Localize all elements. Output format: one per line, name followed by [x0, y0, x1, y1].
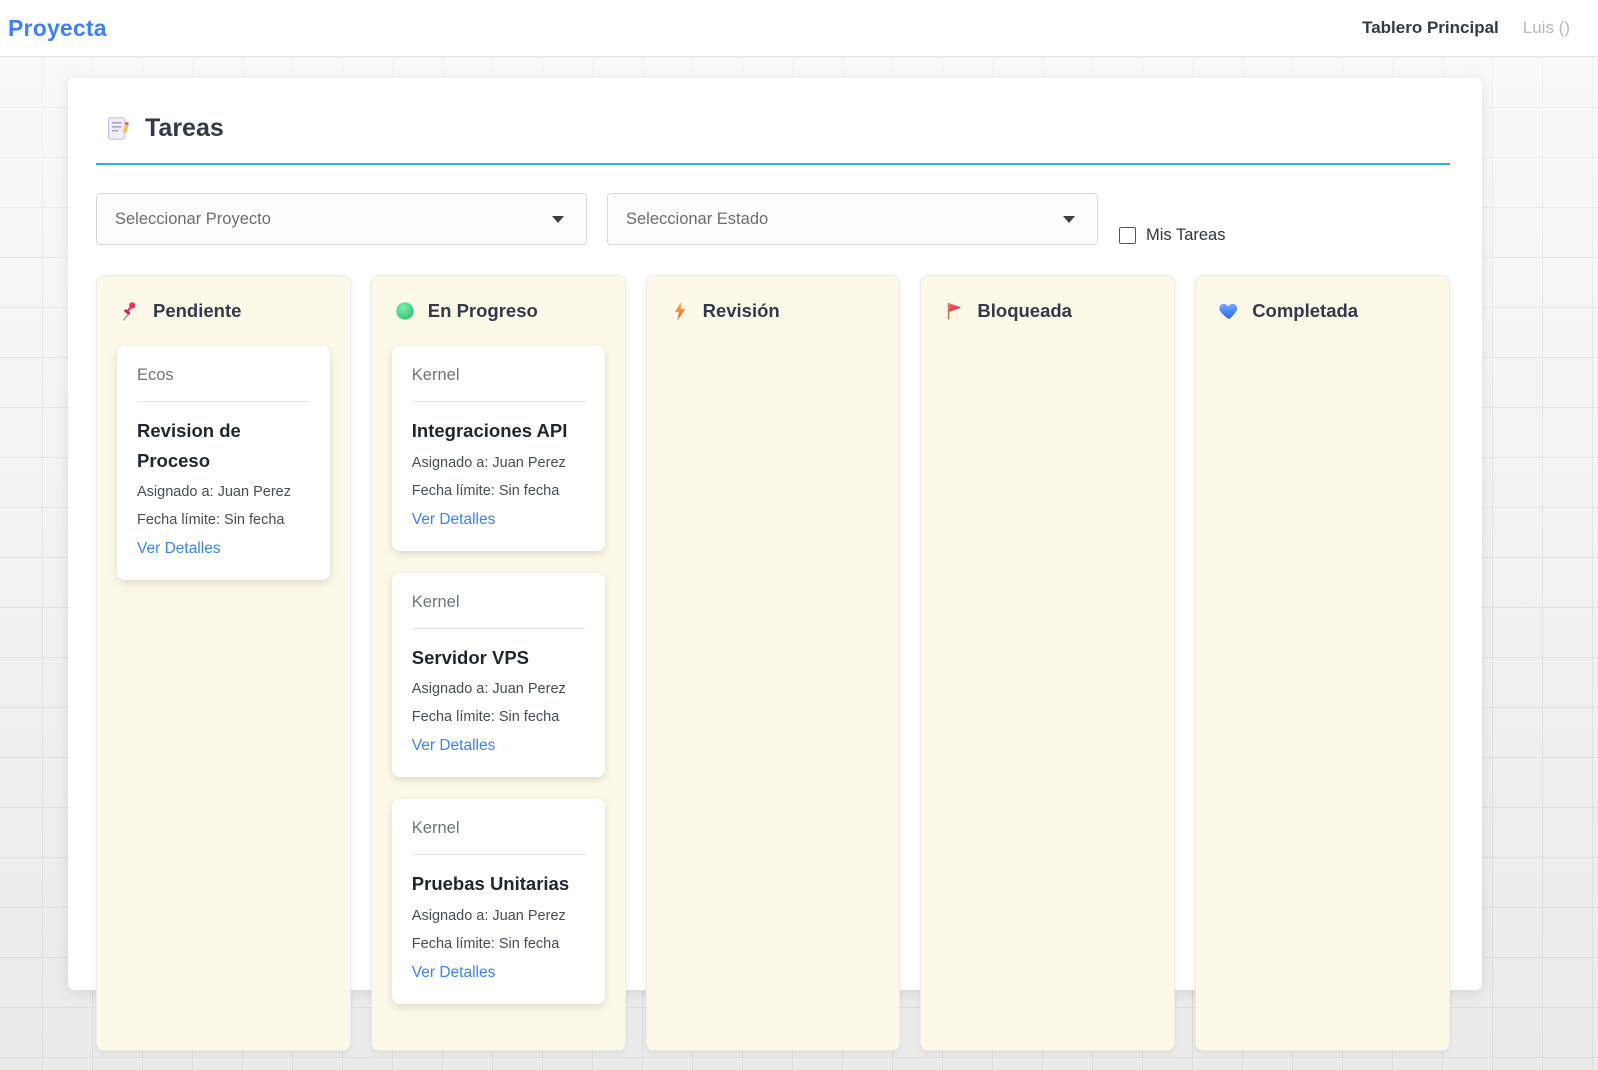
task-card[interactable]: Ecos Revision de Proceso Asignado a: Jua…	[117, 346, 330, 580]
card-title: Servidor VPS	[412, 643, 585, 673]
column-header: Completada	[1216, 300, 1429, 322]
card-details-link[interactable]: Ver Detalles	[412, 737, 496, 755]
project-select[interactable]: Seleccionar Proyecto	[96, 193, 587, 245]
green-circle-icon	[394, 300, 416, 322]
column-title: En Progreso	[428, 300, 538, 322]
lightning-icon	[669, 300, 691, 322]
task-card[interactable]: Kernel Servidor VPS Asignado a: Juan Per…	[392, 573, 605, 778]
filters-row: Seleccionar Proyecto Seleccionar Estado …	[96, 193, 1450, 245]
card-project-name: Ecos	[137, 366, 310, 385]
my-tasks-label: Mis Tareas	[1146, 226, 1225, 245]
card-details-link[interactable]: Ver Detalles	[412, 511, 496, 529]
navbar-right: Tablero Principal Luis ()	[1362, 18, 1570, 38]
card-assigned: Asignado a: Juan Perez	[412, 453, 585, 474]
board-column: Pendiente Ecos Revision de Proceso Asign…	[96, 275, 351, 1051]
card-details-link[interactable]: Ver Detalles	[137, 540, 221, 558]
chevron-down-icon	[552, 216, 564, 223]
pushpin-icon	[119, 300, 141, 322]
board-column: Bloqueada	[920, 275, 1175, 1051]
column-header: Revisión	[667, 300, 880, 322]
project-select-value: Seleccionar Proyecto	[115, 210, 271, 229]
task-card[interactable]: Kernel Pruebas Unitarias Asignado a: Jua…	[392, 799, 605, 1004]
card-project-name: Kernel	[412, 593, 585, 612]
status-select[interactable]: Seleccionar Estado	[607, 193, 1098, 245]
board-column: Revisión	[646, 275, 901, 1051]
board-column: Completada	[1195, 275, 1450, 1051]
card-assigned: Asignado a: Juan Perez	[412, 679, 585, 700]
chevron-down-icon	[1063, 216, 1075, 223]
title-divider	[96, 163, 1450, 165]
column-title: Completada	[1252, 300, 1358, 322]
my-tasks-toggle[interactable]: Mis Tareas	[1119, 226, 1225, 245]
page-header: Tareas	[96, 114, 1450, 143]
card-divider	[412, 628, 585, 629]
column-card-list: Kernel Integraciones API Asignado a: Jua…	[392, 346, 605, 1004]
card-details-link[interactable]: Ver Detalles	[412, 964, 496, 982]
card-title: Revision de Proceso	[137, 416, 310, 475]
page-title: Tareas	[145, 114, 224, 143]
memo-icon	[104, 115, 131, 142]
flag-icon	[943, 300, 965, 322]
column-header: Pendiente	[117, 300, 330, 322]
card-assigned: Asignado a: Juan Perez	[137, 482, 310, 503]
board: Pendiente Ecos Revision de Proceso Asign…	[96, 275, 1450, 1051]
column-title: Pendiente	[153, 300, 241, 322]
main-panel: Tareas Seleccionar Proyecto Seleccionar …	[68, 78, 1482, 990]
card-divider	[412, 854, 585, 855]
column-header: Bloqueada	[941, 300, 1154, 322]
column-title: Revisión	[703, 300, 780, 322]
card-assigned: Asignado a: Juan Perez	[412, 906, 585, 927]
column-header: En Progreso	[392, 300, 605, 322]
nav-board-link[interactable]: Tablero Principal	[1362, 18, 1499, 38]
board-column: En Progreso Kernel Integraciones API Asi…	[371, 275, 626, 1051]
my-tasks-checkbox[interactable]	[1119, 227, 1136, 244]
card-due-date: Fecha límite: Sin fecha	[412, 707, 585, 728]
card-due-date: Fecha límite: Sin fecha	[137, 510, 310, 531]
card-divider	[412, 401, 585, 402]
status-select-value: Seleccionar Estado	[626, 210, 768, 229]
card-project-name: Kernel	[412, 366, 585, 385]
column-card-list: Ecos Revision de Proceso Asignado a: Jua…	[117, 346, 330, 580]
nav-user-link[interactable]: Luis ()	[1523, 18, 1570, 38]
column-title: Bloqueada	[977, 300, 1072, 322]
navbar: Proyecta Tablero Principal Luis ()	[0, 0, 1598, 57]
card-title: Integraciones API	[412, 416, 585, 446]
card-due-date: Fecha límite: Sin fecha	[412, 481, 585, 502]
brand-link[interactable]: Proyecta	[8, 15, 107, 42]
card-due-date: Fecha límite: Sin fecha	[412, 934, 585, 955]
card-title: Pruebas Unitarias	[412, 869, 585, 899]
card-divider	[137, 401, 310, 402]
blue-heart-icon	[1218, 300, 1240, 322]
card-project-name: Kernel	[412, 819, 585, 838]
task-card[interactable]: Kernel Integraciones API Asignado a: Jua…	[392, 346, 605, 551]
